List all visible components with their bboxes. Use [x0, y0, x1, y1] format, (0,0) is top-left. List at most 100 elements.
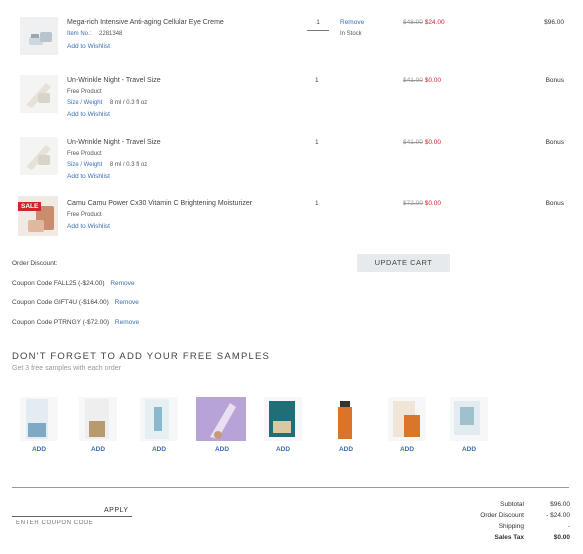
- section-divider: [12, 487, 569, 488]
- add-to-wishlist-link[interactable]: Add to Wishlist: [67, 43, 110, 50]
- item-number: Item No.: 2281348: [67, 31, 122, 37]
- add-sample-link[interactable]: ADD: [83, 446, 113, 453]
- sample-packet-icon: [388, 397, 426, 441]
- product-image[interactable]: [20, 75, 58, 113]
- size-weight-label: Size / Weight: [67, 162, 103, 168]
- free-product-label: Free Product: [67, 89, 102, 95]
- add-sample-link[interactable]: ADD: [331, 446, 361, 453]
- add-sample-link[interactable]: ADD: [392, 446, 422, 453]
- original-price: $41.00: [403, 77, 423, 84]
- line-total: Bonus: [545, 77, 564, 84]
- update-cart-button[interactable]: UPDATE CART: [357, 254, 450, 272]
- free-product-label: Free Product: [67, 151, 102, 157]
- coupon-code-text: Coupon Code PTRNGY (-$72.00): [12, 319, 110, 326]
- apply-coupon-button[interactable]: APPLY: [104, 507, 129, 514]
- sample-packet-icon: [20, 397, 58, 441]
- sales-tax-value: $0.00: [553, 534, 570, 541]
- product-image[interactable]: [20, 17, 58, 55]
- sale-price: $24.00: [424, 19, 445, 26]
- coupon-input-underline: [12, 516, 132, 517]
- shipping-label: Shipping: [498, 523, 524, 530]
- sample-item[interactable]: [196, 397, 246, 443]
- add-to-wishlist-link[interactable]: Add to Wishlist: [67, 173, 110, 180]
- product-image[interactable]: SALE: [18, 196, 58, 236]
- original-price: $41.00: [403, 139, 423, 146]
- original-price: $72.00: [403, 200, 423, 207]
- sale-badge: SALE: [18, 202, 42, 211]
- remove-coupon-link[interactable]: Remove: [110, 280, 134, 287]
- add-sample-link[interactable]: ADD: [207, 446, 237, 453]
- sample-tube-icon: [196, 397, 246, 441]
- shipping-value: -: [567, 523, 570, 530]
- coupon-code-text: Coupon Code FALL25 (-$24.00): [12, 280, 105, 287]
- sample-packet-icon: [450, 397, 488, 441]
- coupon-code-text: Coupon Code GIFT4U (-$164.00): [12, 299, 109, 306]
- sample-item[interactable]: [388, 397, 426, 443]
- size-weight-value: 8 ml / 0.3 fl oz: [109, 100, 148, 106]
- sample-item[interactable]: [327, 397, 365, 443]
- sale-price: $0.00: [424, 77, 441, 84]
- item-number-label: Item No.:: [67, 31, 92, 37]
- quantity-value: 1: [316, 19, 320, 26]
- coupon-row: Coupon Code FALL25 (-$24.00) Remove: [12, 280, 135, 287]
- remove-coupon-link[interactable]: Remove: [115, 299, 139, 306]
- night-creme-tube-icon: [20, 75, 58, 113]
- add-sample-link[interactable]: ADD: [144, 446, 174, 453]
- remove-link[interactable]: Remove: [340, 19, 364, 26]
- order-discount-label: Order Discount:: [12, 260, 58, 267]
- item-name[interactable]: Camu Camu Power Cx30 Vitamin C Brighteni…: [67, 200, 252, 207]
- coupon-row: Coupon Code PTRNGY (-$72.00) Remove: [12, 319, 139, 326]
- price: $72.00 $0.00: [403, 200, 441, 207]
- eye-creme-jar-icon: [20, 17, 58, 55]
- order-discount-summary-label: Order Discount: [480, 512, 524, 519]
- product-image[interactable]: [20, 137, 58, 175]
- quantity-value: 1: [315, 200, 319, 207]
- size-weight: Size / Weight 8 ml / 0.3 fl oz: [67, 100, 147, 106]
- remove-coupon-link[interactable]: Remove: [115, 319, 139, 326]
- size-weight: Size / Weight 8 ml / 0.3 fl oz: [67, 162, 147, 168]
- sample-item[interactable]: [264, 397, 302, 443]
- item-name[interactable]: Un-Wrinkle Night - Travel Size: [67, 139, 161, 146]
- sample-packet-icon: [79, 397, 117, 441]
- add-sample-link[interactable]: ADD: [24, 446, 54, 453]
- add-to-wishlist-link[interactable]: Add to Wishlist: [67, 111, 110, 118]
- sale-price: $0.00: [424, 200, 441, 207]
- add-sample-link[interactable]: ADD: [454, 446, 484, 453]
- night-creme-tube-icon: [20, 137, 58, 175]
- sample-item[interactable]: [140, 397, 178, 443]
- sample-item[interactable]: [450, 397, 488, 443]
- add-sample-link[interactable]: ADD: [268, 446, 298, 453]
- subtotal-label: Subtotal: [500, 501, 524, 508]
- line-total: $96.00: [544, 19, 564, 26]
- price: $48.00 $24.00: [403, 19, 445, 26]
- quantity-value: 1: [315, 77, 319, 84]
- coupon-row: Coupon Code GIFT4U (-$164.00) Remove: [12, 299, 139, 306]
- item-number-value: 2281348: [99, 31, 123, 37]
- sample-packet-icon: [264, 397, 302, 441]
- line-total: Bonus: [545, 200, 564, 207]
- samples-title: DON'T FORGET TO ADD YOUR FREE SAMPLES: [12, 351, 271, 362]
- size-weight-label: Size / Weight: [67, 100, 103, 106]
- original-price: $48.00: [403, 19, 423, 26]
- stock-status: In Stock: [340, 31, 362, 37]
- sales-tax-label: Sales Tax: [494, 534, 524, 541]
- sample-packet-icon: [140, 397, 178, 441]
- order-discount-summary-value: - $24.00: [546, 512, 570, 519]
- sample-item[interactable]: [20, 397, 58, 443]
- free-product-label: Free Product: [67, 212, 102, 218]
- sample-item[interactable]: [79, 397, 117, 443]
- item-name[interactable]: Mega-rich Intensive Anti-aging Cellular …: [67, 19, 224, 26]
- quantity-input[interactable]: 1: [307, 19, 329, 31]
- sale-price: $0.00: [424, 139, 441, 146]
- coupon-code-input[interactable]: [16, 518, 126, 527]
- size-weight-value: 8 ml / 0.3 fl oz: [109, 162, 148, 168]
- quantity-value: 1: [315, 139, 319, 146]
- add-to-wishlist-link[interactable]: Add to Wishlist: [67, 223, 110, 230]
- sample-bottle-icon: [327, 397, 365, 441]
- subtotal-value: $96.00: [550, 501, 570, 508]
- samples-subtitle: Get 3 free samples with each order: [12, 365, 121, 372]
- price: $41.00 $0.00: [403, 139, 441, 146]
- price: $41.00 $0.00: [403, 77, 441, 84]
- line-total: Bonus: [545, 139, 564, 146]
- item-name[interactable]: Un-Wrinkle Night - Travel Size: [67, 77, 161, 84]
